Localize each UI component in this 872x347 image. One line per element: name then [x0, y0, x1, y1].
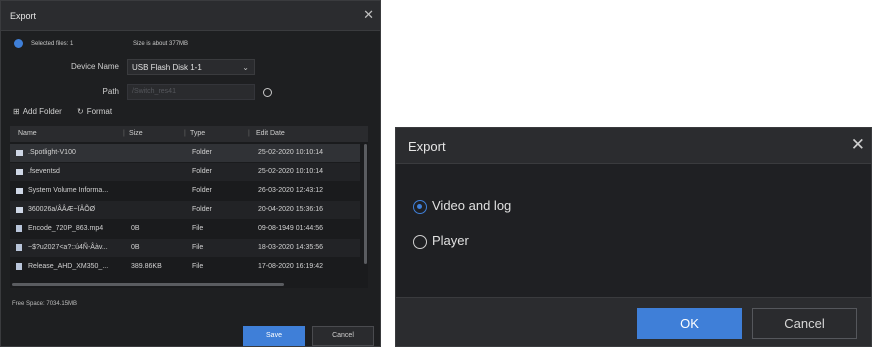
- row-type: File: [192, 244, 204, 251]
- chevron-down-icon: ⌄: [242, 63, 249, 72]
- row-date: 20-04-2020 15:36:16: [258, 206, 323, 213]
- refresh-icon[interactable]: [263, 88, 272, 97]
- folder-plus-icon: ⊞: [13, 107, 20, 116]
- export-dialog-files: Export ✕ Selected files: 1 Size is about…: [0, 0, 381, 347]
- format-icon: ↻: [77, 107, 84, 116]
- table-row[interactable]: System Volume Informa... Folder 26-03-20…: [10, 182, 360, 200]
- row-type: File: [192, 263, 204, 270]
- vertical-scrollbar[interactable]: [364, 144, 367, 264]
- file-icon: [16, 244, 22, 251]
- table-row[interactable]: Release_AHD_XM350_... 389.86KB File 17-0…: [10, 258, 360, 276]
- row-date: 26-03-2020 12:43:12: [258, 187, 323, 194]
- selection-dot-icon: [14, 39, 23, 48]
- size-info-text: Size is about 377MB: [133, 41, 189, 47]
- row-date: 17-08-2020 16:19:42: [258, 263, 323, 270]
- radio-video-and-log[interactable]: [413, 200, 427, 214]
- row-date: 25-02-2020 10:10:14: [258, 149, 323, 156]
- column-header-type[interactable]: Type: [190, 130, 205, 137]
- row-date: 25-02-2020 10:10:14: [258, 168, 323, 175]
- row-name: Release_AHD_XM350_...: [28, 263, 109, 270]
- table-row[interactable]: 360026a/ÂÂÆ~ÏÂÕØ Folder 20-04-2020 15:36…: [10, 201, 360, 219]
- table-row[interactable]: Encode_720P_863.mp4 0B File 09-08-1949 0…: [10, 220, 360, 238]
- row-name: .fseventsd: [28, 168, 60, 175]
- row-type: File: [192, 225, 204, 232]
- row-type: Folder: [192, 187, 212, 194]
- path-placeholder: /Switch_res41: [132, 88, 176, 95]
- row-type: Folder: [192, 206, 212, 213]
- selected-files-text: Selected files: 1: [31, 41, 74, 47]
- folder-icon: [16, 169, 23, 175]
- device-name-select[interactable]: USB Flash Disk 1-1 ⌄: [127, 59, 255, 75]
- file-table: Name | Size | Type | Edit Date .Spotligh…: [10, 126, 368, 288]
- row-type: Folder: [192, 149, 212, 156]
- title-bar: Export ✕: [396, 128, 871, 164]
- free-space-text: Free Space: 7034.15MB: [12, 301, 78, 307]
- cancel-button[interactable]: Cancel: [752, 308, 857, 339]
- table-row[interactable]: .Spotlight-V100 Folder 25-02-2020 10:10:…: [10, 144, 360, 162]
- cancel-button[interactable]: Cancel: [312, 326, 374, 346]
- column-header-size[interactable]: Size: [129, 130, 143, 137]
- device-name-value: USB Flash Disk 1-1: [132, 63, 202, 72]
- row-date: 18-03-2020 14:35:56: [258, 244, 323, 251]
- option-label-video-and-log: Video and log: [432, 198, 512, 213]
- radio-player[interactable]: [413, 235, 427, 249]
- file-icon: [16, 263, 22, 270]
- column-header-name[interactable]: Name: [18, 130, 37, 137]
- folder-icon: [16, 150, 23, 156]
- path-input[interactable]: /Switch_res41: [127, 84, 255, 100]
- close-icon[interactable]: ✕: [363, 8, 374, 21]
- add-folder-label: Add Folder: [22, 107, 62, 116]
- row-name: System Volume Informa...: [28, 187, 109, 194]
- row-name: Encode_720P_863.mp4: [28, 225, 104, 232]
- row-name: .Spotlight-V100: [28, 149, 76, 156]
- option-label-player: Player: [432, 233, 469, 248]
- row-name: 360026a/ÂÂÆ~ÏÂÕØ: [28, 206, 96, 213]
- dialog-title: Export: [408, 139, 446, 154]
- export-dialog-options: Export ✕ Video and log Player OK Cancel: [395, 127, 872, 347]
- close-icon[interactable]: ✕: [851, 136, 865, 153]
- horizontal-scrollbar[interactable]: [12, 283, 284, 286]
- format-button[interactable]: ↻ Format: [77, 107, 112, 116]
- add-folder-button[interactable]: ⊞ Add Folder: [13, 107, 62, 116]
- row-date: 09-08-1949 01:44:56: [258, 225, 323, 232]
- folder-icon: [16, 207, 23, 213]
- table-row[interactable]: .fseventsd Folder 25-02-2020 10:10:14: [10, 163, 360, 181]
- row-size: 389.86KB: [131, 263, 162, 270]
- column-separator: |: [184, 130, 186, 137]
- row-type: Folder: [192, 168, 212, 175]
- column-separator: |: [123, 130, 125, 137]
- path-label: Path: [102, 87, 119, 96]
- folder-icon: [16, 188, 23, 194]
- column-separator: |: [248, 130, 250, 137]
- row-size: 0B: [131, 244, 140, 251]
- row-size: 0B: [131, 225, 140, 232]
- title-bar: Export ✕: [1, 1, 380, 31]
- save-button[interactable]: Save: [243, 326, 305, 346]
- row-name: ~$?u2027<a?::ú4Ñ-Âàv...: [28, 244, 108, 251]
- table-row[interactable]: ~$?u2027<a?::ú4Ñ-Âàv... 0B File 18-03-20…: [10, 239, 360, 257]
- file-icon: [16, 225, 22, 232]
- format-label: Format: [86, 107, 113, 116]
- ok-button[interactable]: OK: [637, 308, 742, 339]
- column-header-edit-date[interactable]: Edit Date: [256, 130, 285, 137]
- table-header: Name | Size | Type | Edit Date: [10, 126, 368, 142]
- device-name-label: Device Name: [70, 62, 119, 71]
- dialog-footer: OK Cancel: [396, 297, 871, 346]
- dialog-title: Export: [10, 11, 37, 21]
